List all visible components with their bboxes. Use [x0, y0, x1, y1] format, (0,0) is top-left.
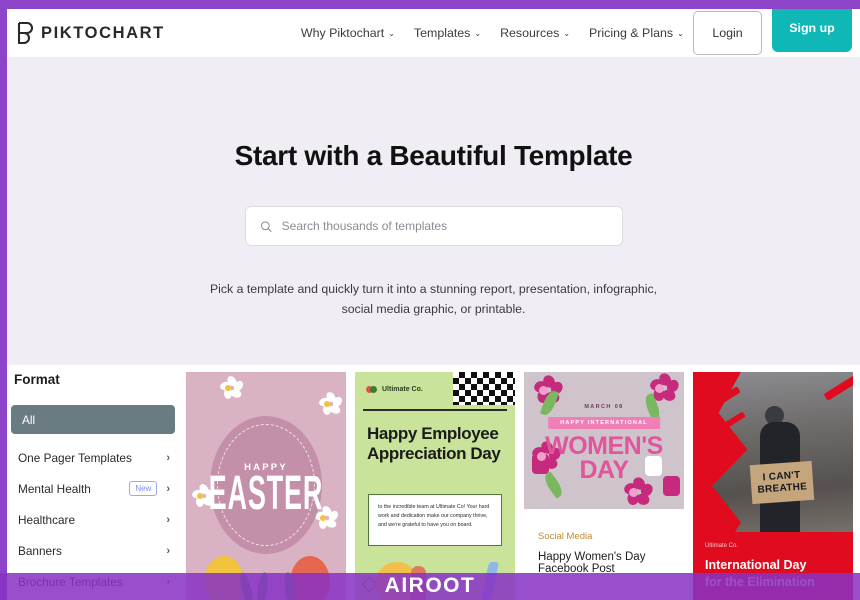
- sidebar-item-all[interactable]: All: [11, 405, 175, 434]
- template-thumbnail-easter: HAPPY EASTER: [186, 372, 346, 600]
- sidebar-item-label: Healthcare: [18, 512, 76, 527]
- page-border-left: [0, 0, 7, 600]
- hero-subtitle-line-1: Pick a template and quickly turn it into…: [209, 282, 658, 296]
- template-card-international-day[interactable]: I CAN'T BREATHE Ultimate Co. Internation…: [693, 372, 853, 600]
- womens-day-ribbon: HAPPY INTERNATIONAL: [548, 417, 660, 429]
- chevron-right-icon: ›: [166, 482, 170, 495]
- nav-label: Why Piktochart: [300, 26, 385, 40]
- template-search-bar[interactable]: [244, 206, 623, 246]
- sign-line-2: BREATHE: [756, 481, 808, 496]
- sidebar-item-label: Mental Health: [18, 481, 91, 496]
- sidebar-item-healthcare[interactable]: Healthcare ›: [7, 505, 179, 534]
- new-badge: New: [129, 481, 158, 496]
- search-input[interactable]: [281, 219, 608, 233]
- sidebar-item-one-pager-templates[interactable]: One Pager Templates ›: [7, 443, 179, 472]
- hero-subtitle: Pick a template and quickly turn it into…: [7, 280, 860, 320]
- chevron-down-icon: ⌄: [474, 29, 482, 38]
- chevron-down-icon: ⌄: [563, 29, 571, 38]
- nav-label: Templates: [413, 26, 471, 40]
- format-sidebar: Format All One Pager Templates › Mental …: [7, 372, 179, 598]
- sidebar-item-label: Banners: [18, 543, 62, 558]
- flower-decoration-icon: [317, 389, 344, 415]
- employee-card-header: Ultimate Co.: [355, 372, 515, 407]
- nav-item-resources[interactable]: Resources ⌄: [500, 26, 570, 40]
- easter-egg-shape: HAPPY EASTER: [208, 416, 324, 554]
- divider: [363, 409, 507, 411]
- piktochart-p-icon: [17, 22, 33, 44]
- flower-decoration-icon: [218, 373, 245, 399]
- template-thumbnail-international-day: I CAN'T BREATHE Ultimate Co. Internation…: [693, 372, 853, 600]
- search-icon: [260, 220, 272, 232]
- employee-title-line-1: Happy Employee: [367, 424, 499, 443]
- sidebar-item-label: One Pager Templates: [18, 450, 132, 465]
- template-card-womens-day[interactable]: MARCH 08 HAPPY INTERNATIONAL WOMEN'S DAY…: [524, 372, 684, 600]
- international-brand-label: Ultimate Co.: [705, 543, 739, 549]
- main-navigation: Why Piktochart ⌄ Templates ⌄ Resources ⌄…: [301, 26, 684, 40]
- nav-item-pricing-plans[interactable]: Pricing & Plans ⌄: [589, 26, 684, 40]
- chevron-down-icon: ⌄: [677, 29, 684, 38]
- nav-label: Pricing & Plans: [589, 26, 674, 40]
- logo[interactable]: PIKTOCHART: [17, 22, 165, 44]
- nav-item-why-piktochart[interactable]: Why Piktochart ⌄: [301, 26, 395, 40]
- protest-sign: I CAN'T BREATHE: [749, 461, 814, 505]
- employee-card-title: Happy Employee Appreciation Day: [367, 424, 505, 464]
- page-title: Start with a Beautiful Template: [234, 140, 633, 171]
- sidebar-item-banners[interactable]: Banners ›: [7, 536, 179, 565]
- template-name: Happy Women's Day Facebook Post: [538, 551, 646, 575]
- nav-label: Resources: [500, 26, 560, 40]
- hero-subtitle-line-2: social media graphic, or printable.: [341, 301, 526, 316]
- sidebar-item-label: All: [22, 412, 36, 427]
- logo-text: PIKTOCHART: [41, 23, 165, 42]
- easter-greeting-large: EASTER: [208, 465, 324, 519]
- sidebar-item-mental-health[interactable]: Mental Health New ›: [7, 474, 179, 503]
- chevron-right-icon: ›: [166, 544, 170, 557]
- template-card-info: Social Media Happy Women's Day Facebook …: [524, 509, 684, 578]
- nav-item-templates[interactable]: Templates ⌄: [414, 26, 481, 40]
- template-card-employee-appreciation[interactable]: Ultimate Co. Happy Employee Appreciation…: [355, 372, 515, 600]
- page-border-top: [0, 0, 860, 9]
- employee-message-box: to the incredible team at Ultimate Co! Y…: [368, 494, 502, 546]
- sidebar-title: Format: [14, 372, 60, 387]
- auth-actions: Login Sign up: [693, 4, 852, 57]
- login-button[interactable]: Login: [693, 11, 762, 55]
- employee-message-text: to the incredible team at Ultimate Co! Y…: [378, 504, 490, 529]
- womens-day-title-line-2: DAY: [579, 456, 630, 484]
- employee-brand-label: Ultimate Co.: [382, 386, 423, 393]
- flower-decoration-icon: [190, 481, 217, 507]
- signup-button[interactable]: Sign up: [772, 4, 852, 52]
- hero-section: Start with a Beautiful Template Pick a t…: [7, 57, 860, 365]
- template-grid: HAPPY EASTER Ultimate Co. Happy Employee: [186, 372, 860, 600]
- chevron-right-icon: ›: [166, 513, 170, 526]
- womens-day-date: MARCH 08: [584, 404, 624, 410]
- template-thumbnail-employee: Ultimate Co. Happy Employee Appreciation…: [355, 372, 515, 600]
- ultimate-co-logo-icon: [366, 386, 377, 393]
- watermark-text: AIROOT: [384, 574, 476, 597]
- employee-title-line-2: Appreciation Day: [367, 444, 501, 464]
- sidebar-list: All One Pager Templates › Mental Health …: [7, 405, 179, 596]
- international-title-line-1: International Day: [705, 558, 807, 572]
- template-category: Social Media: [538, 531, 593, 542]
- template-card-easter[interactable]: HAPPY EASTER: [186, 372, 346, 600]
- chevron-right-icon: ›: [166, 451, 170, 464]
- template-thumbnail-womens-day: MARCH 08 HAPPY INTERNATIONAL WOMEN'S DAY: [524, 372, 684, 509]
- site-header: PIKTOCHART Why Piktochart ⌄ Templates ⌄ …: [7, 4, 860, 57]
- chevron-down-icon: ⌄: [388, 29, 395, 38]
